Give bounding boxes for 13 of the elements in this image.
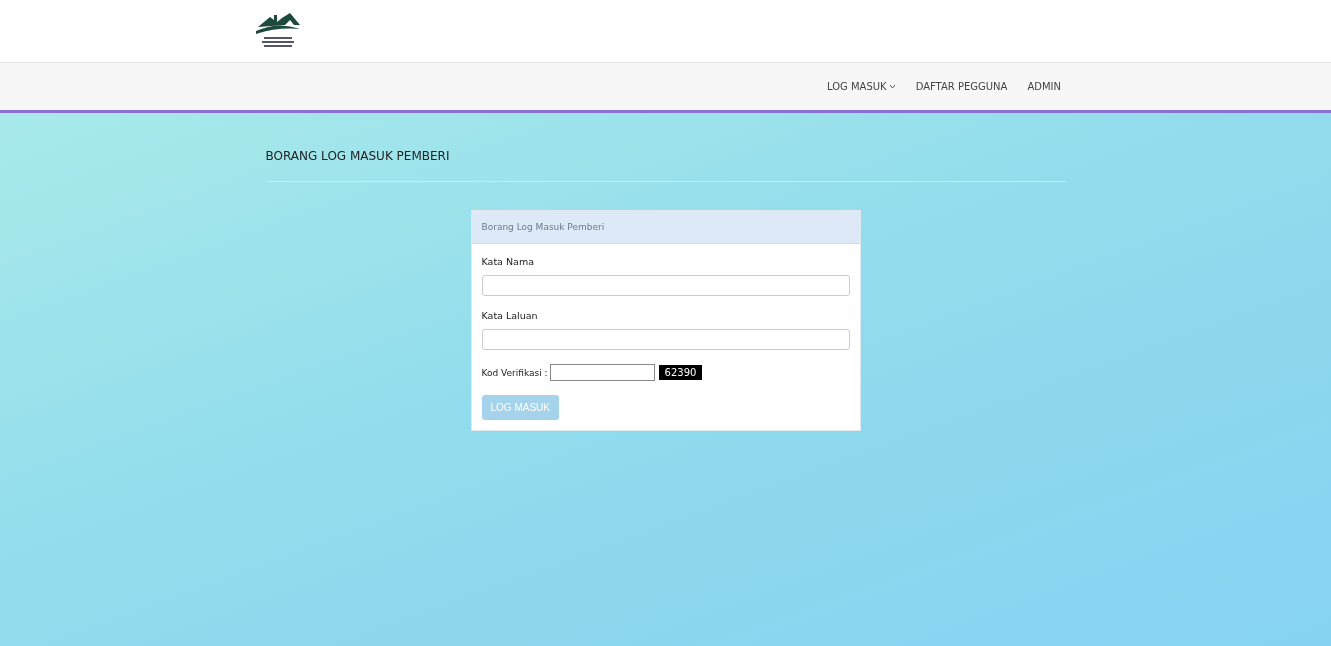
field-label: Kata Laluan	[481, 310, 539, 321]
nav-link[interactable]: DAFTAR PEGGUNA	[915, 81, 1008, 92]
field-label: Kod Verifikasi :	[481, 367, 548, 378]
verification-code: 62390	[658, 365, 703, 380]
nav-link[interactable]: ADMIN	[1027, 81, 1061, 92]
caret-icon	[888, 84, 896, 89]
field-label: Kata Nama	[481, 256, 535, 267]
nav-link[interactable]: LOG MASUK	[826, 81, 896, 92]
page-title: BORANG LOG MASUK PEMBERI	[265, 149, 451, 163]
panel-heading: Borang Log Masuk Pemberi	[471, 211, 860, 244]
input-field[interactable]	[481, 329, 850, 350]
input-field[interactable]	[549, 364, 655, 381]
input-field[interactable]	[481, 275, 850, 296]
